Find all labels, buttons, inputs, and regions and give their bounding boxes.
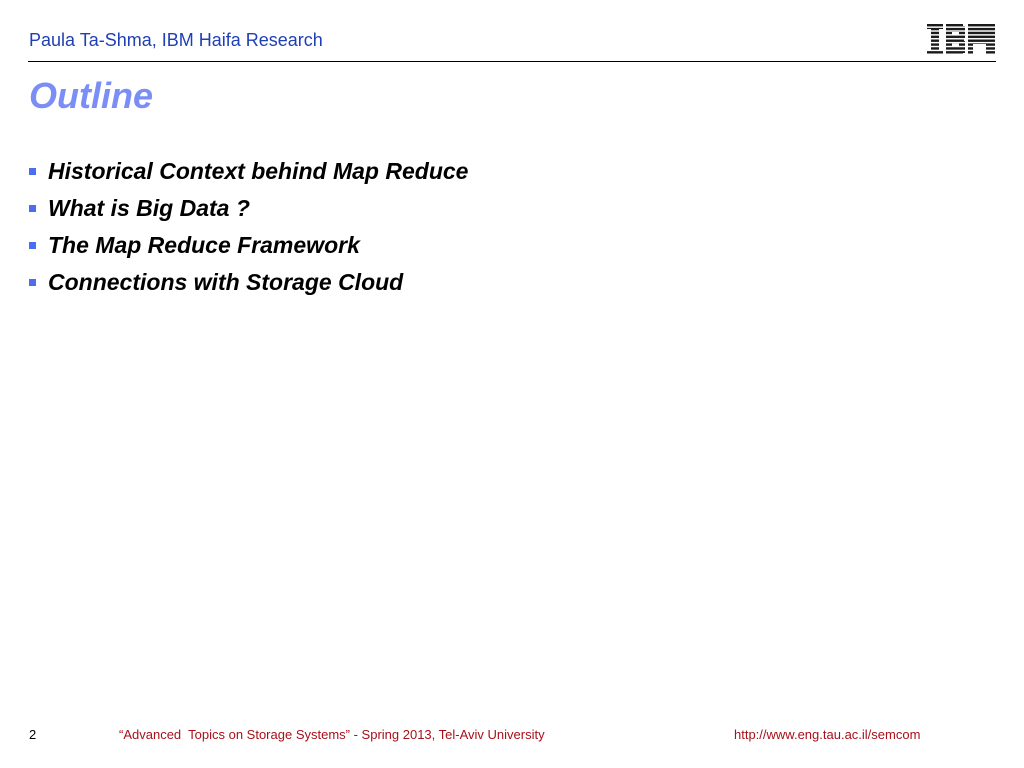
bullet-text: What is Big Data ? [48, 195, 250, 221]
slide-title: Outline [29, 75, 153, 116]
bullet-text: Historical Context behind Map Reduce [48, 158, 469, 184]
bullet-list: Historical Context behind Map Reduce Wha… [29, 153, 468, 301]
square-bullet-icon [29, 242, 36, 249]
slide: Paula Ta-Shma, IBM Haifa Research Outlin… [0, 0, 1024, 768]
footer-course-title: “Advanced Topics on Storage Systems” - S… [119, 727, 545, 742]
header-author: Paula Ta-Shma, IBM Haifa Research [29, 30, 323, 50]
list-item: Connections with Storage Cloud [29, 264, 468, 301]
list-item: The Map Reduce Framework [29, 227, 468, 264]
page-number: 2 [29, 727, 37, 742]
ibm-logo [926, 24, 996, 55]
list-item: Historical Context behind Map Reduce [29, 153, 468, 190]
bullet-text: The Map Reduce Framework [48, 232, 360, 258]
header-divider [28, 61, 996, 62]
square-bullet-icon [29, 168, 36, 175]
list-item: What is Big Data ? [29, 190, 468, 227]
bullet-text: Connections with Storage Cloud [48, 269, 404, 295]
footer-url: http://www.eng.tau.ac.il/semcom [734, 727, 921, 742]
square-bullet-icon [29, 205, 36, 212]
square-bullet-icon [29, 279, 36, 286]
